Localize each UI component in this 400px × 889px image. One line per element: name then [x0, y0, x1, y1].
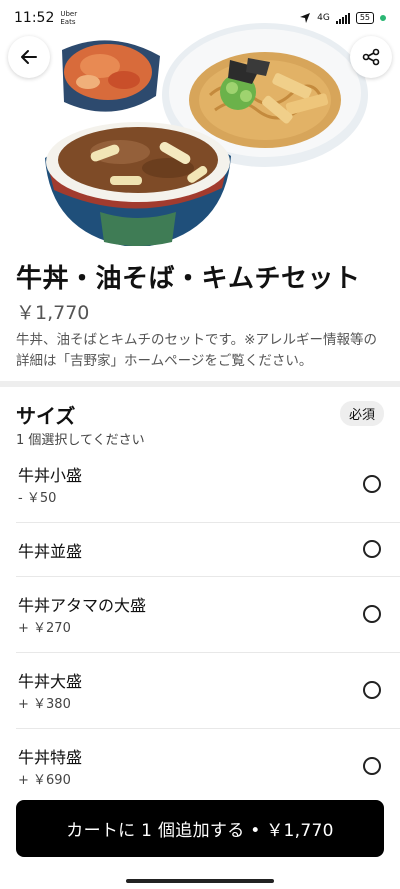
- location-icon: [300, 13, 311, 23]
- option-name: 牛丼大盛: [18, 672, 83, 691]
- status-app-label: Uber Eats: [60, 10, 78, 26]
- size-option-atama-large[interactable]: 牛丼アタマの大盛 + ￥270: [0, 577, 400, 652]
- back-button[interactable]: [8, 36, 50, 78]
- option-radio[interactable]: [363, 681, 381, 699]
- option-radio[interactable]: [363, 605, 381, 623]
- option-name: 牛丼特盛: [18, 748, 83, 767]
- size-section-title: サイズ: [16, 404, 76, 428]
- network-label: 4G: [317, 13, 330, 23]
- size-option-regular[interactable]: 牛丼並盛: [0, 523, 400, 576]
- status-indicators: 4G 55: [299, 12, 386, 24]
- item-price: ￥1,770: [16, 302, 90, 324]
- food-photo: [45, 23, 368, 246]
- status-time: 11:52: [14, 10, 55, 26]
- option-name: 牛丼小盛: [18, 466, 83, 485]
- section-divider: [0, 381, 400, 387]
- home-indicator[interactable]: [126, 879, 274, 883]
- privacy-indicator-dot: [380, 15, 386, 21]
- required-badge: 必須: [339, 401, 384, 426]
- size-section-subtitle: 1 個選択してください: [16, 433, 145, 448]
- share-icon: [362, 48, 380, 66]
- size-option-extra-large[interactable]: 牛丼特盛 + ￥690: [0, 729, 400, 788]
- battery-icon: 55: [355, 12, 374, 24]
- option-radio[interactable]: [363, 540, 381, 558]
- status-bar: 11:52 Uber Eats 4G 55: [0, 0, 400, 36]
- option-name: 牛丼並盛: [18, 542, 83, 561]
- size-option-small[interactable]: 牛丼小盛 - ￥50: [0, 450, 400, 522]
- option-radio[interactable]: [363, 475, 381, 493]
- item-hero-image: [0, 0, 400, 246]
- share-button[interactable]: [350, 36, 392, 78]
- arrow-left-icon: [21, 50, 37, 64]
- option-price: - ￥50: [18, 491, 57, 506]
- option-name: 牛丼アタマの大盛: [18, 596, 147, 615]
- option-radio[interactable]: [363, 757, 381, 775]
- add-to-cart-button[interactable]: カートに 1 個追加する • ￥1,770: [16, 800, 384, 857]
- option-price: + ￥270: [18, 621, 71, 636]
- signal-icon: [335, 12, 350, 24]
- item-title: 牛丼・油そば・キムチセット: [16, 264, 361, 294]
- item-description: 牛丼、油そばとキムチのセットです。※アレルギー情報等の詳細は「吉野家」ホームペー…: [16, 332, 377, 369]
- size-option-large[interactable]: 牛丼大盛 + ￥380: [0, 653, 400, 728]
- option-price: + ￥380: [18, 697, 71, 712]
